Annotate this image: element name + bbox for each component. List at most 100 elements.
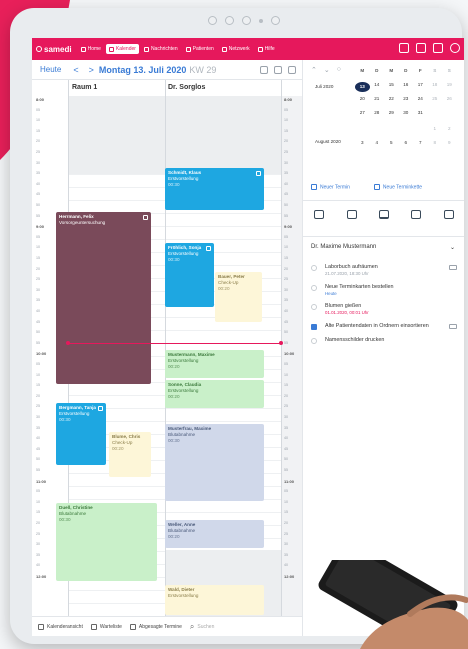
tab-archive-icon[interactable] xyxy=(443,210,454,219)
clipboard-icon[interactable] xyxy=(399,43,409,53)
mini-calendar-day[interactable]: 1 xyxy=(428,126,443,131)
today-button[interactable]: Heute xyxy=(40,65,61,74)
task-item[interactable]: Laborbuch aufräumen 21.07.2020, 18:30 Uhr xyxy=(311,264,457,277)
next-day-button[interactable]: > xyxy=(89,65,94,75)
appointment-card[interactable]: Schmidt, Klaus Erstvorstellung 00:30 xyxy=(165,168,264,210)
mini-calendar-day[interactable]: 30 xyxy=(399,110,414,115)
mini-calendar-day[interactable]: 27 xyxy=(355,110,370,115)
appointment-card[interactable]: Herrmann, Felix Vorsorgeuntersuchung xyxy=(56,212,151,384)
task-item[interactable]: Namensschilder drucken xyxy=(311,337,457,345)
mini-calendar-day[interactable]: 31 xyxy=(413,110,428,115)
mini-calendar-day[interactable]: 15 xyxy=(384,82,399,92)
checkbox-icon[interactable] xyxy=(98,406,103,411)
appointment-card[interactable]: Duell, Christine Blutabnahme 00:30 xyxy=(56,503,157,581)
mini-calendar-day[interactable]: 29 xyxy=(384,110,399,115)
new-appointment-button[interactable]: Neuer Termin xyxy=(311,184,350,190)
nav-patienten[interactable]: Patienten xyxy=(183,44,217,54)
user-icon[interactable] xyxy=(450,43,460,53)
tab-tasks-icon[interactable] xyxy=(378,210,389,219)
print-icon[interactable] xyxy=(274,66,282,74)
mini-calendar-day[interactable]: 26 xyxy=(442,96,457,101)
task-checkbox[interactable] xyxy=(311,324,317,331)
appointment-duration: 00:30 xyxy=(168,256,180,262)
mini-calendar-day[interactable]: 20 xyxy=(355,96,370,101)
mini-calendar-day[interactable]: 7 xyxy=(413,140,428,145)
checkbox-icon[interactable] xyxy=(206,246,211,251)
nav-nachrichten[interactable]: Nachrichten xyxy=(141,44,181,54)
appointment-card[interactable]: Blume, Chris Check-Up 00:20 xyxy=(109,432,151,477)
checkbox-icon[interactable] xyxy=(256,171,261,176)
time-label: 50 xyxy=(36,203,40,207)
mini-calendar-day[interactable]: 18 xyxy=(428,82,443,92)
current-time-dot xyxy=(279,341,283,345)
time-label: 45 xyxy=(36,446,40,451)
refresh-icon[interactable] xyxy=(416,43,426,53)
mini-calendar-day[interactable]: 16 xyxy=(399,82,414,92)
checkbox-icon[interactable] xyxy=(143,215,148,220)
calendar-grid-icon[interactable] xyxy=(433,43,443,53)
search-field[interactable]: ⌕ Suchen xyxy=(190,622,214,632)
appointment-card[interactable]: Sonne, Claudia Erstvorstellung 00:20 xyxy=(165,380,264,408)
mini-calendar-day[interactable]: 25 xyxy=(428,96,443,101)
mini-calendar-day[interactable]: 21 xyxy=(370,96,385,101)
mini-calendar-day[interactable]: 24 xyxy=(413,96,428,101)
chevron-up-icon[interactable]: ⌃ xyxy=(311,66,317,74)
nav-kalender[interactable]: Kalender xyxy=(105,44,139,54)
mini-calendar-day[interactable]: 14 xyxy=(370,82,385,92)
cancelled-appointments-button[interactable]: Abgesagte Termine xyxy=(129,623,182,630)
appointment-card[interactable]: Bergmann, Tanja Erstvorstellung 00:30 xyxy=(56,403,106,465)
time-label: 35 xyxy=(36,171,40,176)
task-item[interactable]: Alte Patientendaten in Ordnern einsortie… xyxy=(311,323,457,331)
mini-calendar-day[interactable]: 8 xyxy=(428,140,443,145)
task-attachment-icon[interactable] xyxy=(449,265,457,270)
appointment-card[interactable]: Bauer, Peter Check-Up 00:20 xyxy=(215,272,262,322)
task-item[interactable]: Blumen gießen 01.01.2020, 00:01 Uhr xyxy=(311,303,457,316)
time-label: 20 xyxy=(284,266,288,271)
mini-calendar-day[interactable]: 19 xyxy=(442,82,457,92)
task-checkbox[interactable] xyxy=(311,304,317,311)
appointment-card[interactable]: Fröhlich, Sonja Erstvorstellung 00:30 xyxy=(165,243,214,307)
nav-hilfe[interactable]: Hilfe xyxy=(255,44,278,54)
mini-calendar-day[interactable]: 28 xyxy=(370,110,385,115)
prev-day-button[interactable]: < xyxy=(73,65,78,75)
mini-calendar-day[interactable]: 9 xyxy=(442,140,457,145)
new-appointment-chain-button[interactable]: Neue Terminkette xyxy=(373,184,422,190)
time-label: 20 xyxy=(36,139,40,144)
task-item[interactable]: Neue Terminkarten bestellen Heute xyxy=(311,284,457,297)
task-checkbox[interactable] xyxy=(311,338,317,345)
mini-calendar-day[interactable]: 13 xyxy=(355,82,370,92)
tab-records-icon[interactable] xyxy=(346,210,357,219)
mini-calendar-day[interactable]: 3 xyxy=(355,140,370,145)
task-checkbox[interactable] xyxy=(311,284,317,291)
mini-calendar-day[interactable]: 23 xyxy=(399,96,414,101)
settings-icon[interactable] xyxy=(260,66,268,74)
mini-calendar-day[interactable]: 4 xyxy=(370,140,385,145)
task-checkbox[interactable] xyxy=(311,265,317,271)
trash-icon[interactable] xyxy=(288,66,296,74)
expand-icon[interactable]: ○ xyxy=(337,66,341,74)
mini-calendar-day[interactable]: 17 xyxy=(413,82,428,92)
brand-logo[interactable]: samedi xyxy=(36,45,72,54)
task-attachment-icon[interactable] xyxy=(449,324,457,330)
nav-netzwerk[interactable]: Netzwerk xyxy=(219,44,253,54)
mini-calendar-week: 13 14 15 16 17 18 19 xyxy=(355,82,457,92)
time-label: 30 xyxy=(284,160,288,165)
calendar-view-button[interactable]: Kalenderansicht xyxy=(38,623,83,630)
nav-home[interactable]: Home xyxy=(78,44,104,54)
time-label: 55 xyxy=(284,468,288,472)
appointment-card[interactable]: Musterfrau, Maxime Blutabnahme 00:30 xyxy=(165,424,264,501)
tab-code-icon[interactable] xyxy=(411,210,422,219)
tab-people-icon[interactable] xyxy=(314,210,325,219)
appointment-card[interactable]: Mustermann, Maxime Erstvorstellung 00:20 xyxy=(165,350,264,378)
mini-calendar-day[interactable]: 2 xyxy=(442,126,457,131)
mini-calendar-day[interactable]: 22 xyxy=(384,96,399,101)
waitlist-button[interactable]: Warteliste xyxy=(90,623,122,630)
appointment-card[interactable]: Weller, Anne Blutabnahme 00:20 xyxy=(165,520,264,548)
appointment-card[interactable]: Wald, Dieter Erstvorstellung xyxy=(165,585,264,615)
mini-calendar-day[interactable]: 6 xyxy=(399,140,414,145)
mini-calendar-day[interactable]: 5 xyxy=(384,140,399,145)
time-label: 20 xyxy=(284,393,288,398)
calendar-toolbar: Heute < > Montag 13. Juli 2020 KW 29 xyxy=(32,60,302,80)
chevron-down-icon[interactable]: ⌄ xyxy=(324,66,330,74)
doctor-select[interactable]: Dr. Maxime Mustermann ⌄ xyxy=(311,244,455,251)
